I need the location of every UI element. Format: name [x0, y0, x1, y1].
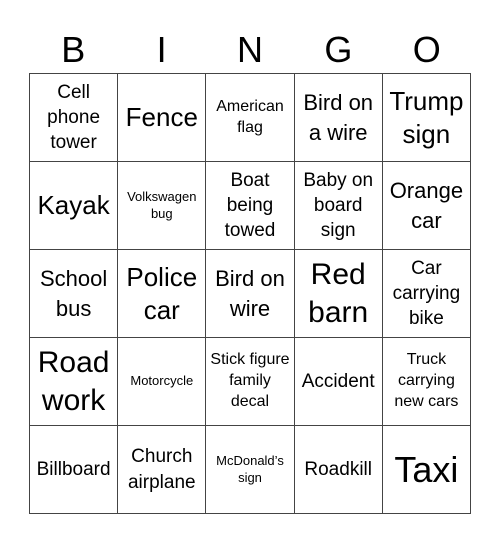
bingo-cell[interactable]: Baby on board sign [294, 162, 383, 250]
cell-label: Bird on wire [215, 266, 285, 321]
bingo-cell[interactable]: Orange car [382, 162, 471, 250]
bingo-cell[interactable]: Motorcycle [118, 338, 207, 426]
bingo-cell[interactable]: Bird on wire [206, 250, 295, 338]
bingo-cell[interactable]: American flag [206, 74, 295, 162]
cell-label: Stick figure family decal [210, 351, 290, 410]
bingo-cell[interactable]: Car carrying bike [382, 250, 471, 338]
header-letter-g: G [324, 29, 353, 70]
bingo-cell[interactable]: Stick figure family decal [206, 338, 295, 426]
cell-label: Red barn [308, 258, 369, 329]
cell-label: School bus [39, 266, 108, 321]
header-letter-n: N [236, 29, 263, 70]
cell-label: Church airplane [127, 446, 196, 493]
header-letter-b: B [61, 29, 86, 70]
bingo-cell[interactable]: Kayak [30, 162, 119, 250]
header-letter-o: O [412, 29, 441, 70]
bingo-cell[interactable]: School bus [30, 250, 119, 338]
cell-label: Truck carrying new cars [394, 351, 459, 410]
bingo-cell[interactable]: Trump sign [382, 74, 471, 162]
bingo-cell[interactable]: Police car [118, 250, 207, 338]
cell-label: Orange car [389, 178, 464, 233]
cell-label: Roadkill [304, 458, 372, 480]
header-letter-i: I [156, 29, 167, 70]
bingo-cell[interactable]: Road work [30, 338, 119, 426]
bingo-cell[interactable]: Truck carrying new cars [382, 338, 471, 426]
bingo-grid: Cell phone tower Fence American flag Bir… [29, 73, 471, 514]
cell-label: Cell phone tower [47, 81, 101, 154]
bingo-cell[interactable]: Taxi [382, 426, 471, 514]
cell-label: Billboard [36, 458, 111, 480]
cell-label: Taxi [394, 448, 459, 490]
bingo-header: B I N G O [29, 28, 471, 72]
cell-label: Kayak [37, 190, 110, 221]
bingo-cell[interactable]: Church airplane [118, 426, 207, 514]
cell-label: Road work [37, 346, 110, 417]
bingo-cell[interactable]: McDonald’s sign [206, 426, 295, 514]
cell-label: Baby on board sign [303, 169, 374, 242]
bingo-cell[interactable]: Boat being towed [206, 162, 295, 250]
cell-label: Fence [125, 102, 198, 133]
bingo-cell[interactable]: Cell phone tower [30, 74, 119, 162]
cell-label: Car carrying bike [392, 257, 461, 330]
bingo-cell[interactable]: Red barn [294, 250, 383, 338]
bingo-cell[interactable]: Volkswagen bug [118, 162, 207, 250]
cell-label: Bird on a wire [303, 90, 374, 145]
bingo-cell[interactable]: Roadkill [294, 426, 383, 514]
cell-label: Boat being towed [224, 169, 276, 242]
cell-label: McDonald’s sign [216, 452, 284, 485]
bingo-cell[interactable]: Billboard [30, 426, 119, 514]
bingo-cell[interactable]: Accident [294, 338, 383, 426]
bingo-cell[interactable]: Fence [118, 74, 207, 162]
cell-label: Volkswagen bug [127, 188, 197, 221]
cell-label: Trump sign [389, 86, 464, 149]
cell-label: Police car [126, 262, 198, 325]
bingo-cell[interactable]: Bird on a wire [294, 74, 383, 162]
cell-label: Motorcycle [130, 373, 194, 389]
cell-label: Accident [301, 370, 375, 392]
cell-label: American flag [216, 97, 284, 136]
